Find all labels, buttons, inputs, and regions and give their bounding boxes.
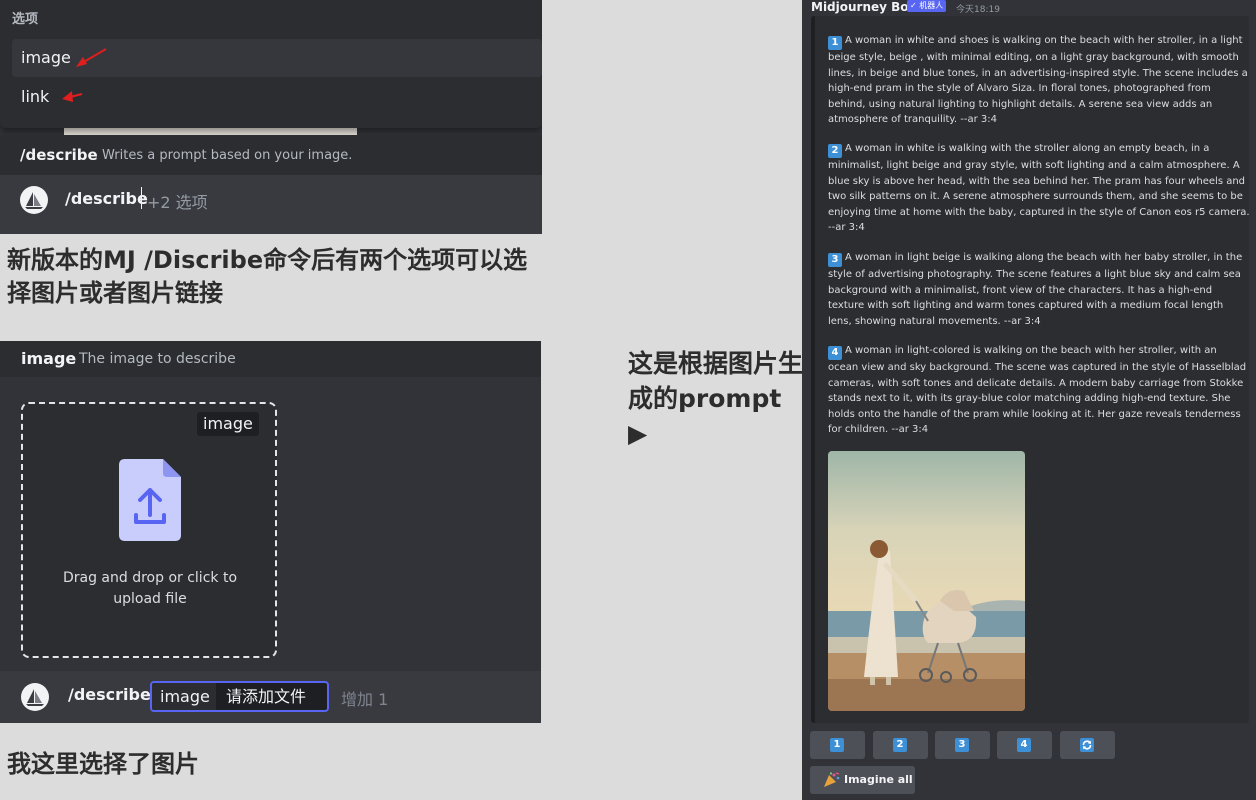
midjourney-avatar [21, 683, 49, 711]
bot-name[interactable]: Midjourney Bot [811, 0, 914, 14]
image-attachment-field[interactable]: image 请添加文件 [150, 681, 329, 712]
prompt-item: 4A woman in light-colored is walking on … [828, 343, 1250, 438]
file-drop-zone[interactable]: image Drag and drop or click to upload f… [21, 402, 277, 658]
input-command: /describe [65, 189, 148, 208]
option-name: image [21, 349, 77, 368]
caption-top: 新版本的MJ /Discribe命令后有两个选项可以选择图片或者图片链接 [7, 246, 528, 307]
input-command: /describe [68, 685, 151, 704]
party-popper-icon [824, 772, 840, 787]
options-screenshot-panel: 选项 image link /describe Writes a prompt … [0, 0, 542, 234]
prompt-text: A woman in white and shoes is walking on… [828, 35, 1248, 126]
prompt-number-badge: 4 [828, 346, 842, 360]
option-link[interactable]: link [12, 78, 542, 116]
more-options-hint: +2 选项 [147, 193, 208, 212]
prompt-text: A woman in light-colored is walking on t… [828, 345, 1247, 436]
command-suggestion-row[interactable]: /describe Writes a prompt based on your … [0, 135, 542, 175]
red-arrow-icon [76, 48, 107, 67]
message-timestamp: 今天18:19 [956, 5, 1000, 15]
imagine-all-label: Imagine all [844, 773, 913, 786]
button-number: 2 [893, 738, 907, 752]
refresh-icon [1080, 738, 1094, 752]
bot-badge: ✓ 机器人 [907, 0, 947, 12]
upload-screenshot-panel: image The image to describe image Drag a… [0, 341, 541, 723]
options-popup-title: 选项 [12, 12, 39, 27]
prompt-item: 2A woman in white is walking with the st… [828, 141, 1250, 236]
field-name: image [152, 683, 216, 710]
image-preview-strip [64, 128, 357, 135]
red-arrow-icon [62, 91, 83, 102]
prompt-1-button[interactable]: 1 [810, 731, 865, 759]
button-number: 1 [830, 738, 844, 752]
prompt-text: A woman in light beige is walking along … [828, 252, 1243, 327]
prompt-embed: 1A woman in white and shoes is walking o… [811, 16, 1250, 723]
prompt-4-button[interactable]: 4 [997, 731, 1052, 759]
prompt-number-badge: 3 [828, 253, 842, 267]
command-name: /describe [20, 146, 98, 164]
beach-photo [828, 451, 1025, 711]
message-input[interactable]: /describe image 请添加文件 增加 1 [0, 671, 541, 723]
source-image-thumbnail[interactable] [828, 451, 1025, 711]
prompt-text: A woman in white is walking with the str… [828, 143, 1250, 234]
prompt-2-button[interactable]: 2 [873, 731, 928, 759]
sailboat-icon [25, 192, 43, 209]
add-option-button[interactable]: 增加 1 [341, 686, 388, 710]
command-description: Writes a prompt based on your image. [102, 148, 353, 163]
button-number: 3 [955, 738, 969, 752]
options-popup: 选项 image link [0, 0, 542, 128]
option-header: image The image to describe [0, 341, 541, 377]
message-input[interactable]: /describe +2 选项 [0, 175, 542, 234]
field-placeholder: 请添加文件 [226, 687, 307, 706]
caption-right: 这是根据图片生成的prompt ▶ [628, 349, 804, 448]
upload-file-icon [119, 459, 181, 541]
drop-zone-tag: image [197, 412, 259, 436]
prompt-3-button[interactable]: 3 [935, 731, 990, 759]
bot-message-panel: Midjourney Bot ✓ 机器人 今天18:19 1A woman in… [802, 0, 1256, 800]
drop-zone-text: Drag and drop or click to upload file [62, 570, 238, 607]
option-description: The image to describe [79, 351, 236, 367]
button-number: 4 [1017, 738, 1031, 752]
sailboat-icon [26, 689, 44, 706]
prompt-number-badge: 2 [828, 144, 842, 158]
prompt-item: 3A woman in light beige is walking along… [828, 250, 1250, 329]
prompt-number-badge: 1 [828, 36, 842, 50]
prompt-item: 1A woman in white and shoes is walking o… [828, 33, 1250, 128]
refresh-button[interactable] [1060, 731, 1115, 759]
imagine-all-button[interactable]: Imagine all [810, 766, 915, 794]
midjourney-avatar [20, 186, 48, 214]
text-caret [141, 187, 142, 209]
caption-bottom: 我这里选择了图片 [7, 750, 199, 778]
